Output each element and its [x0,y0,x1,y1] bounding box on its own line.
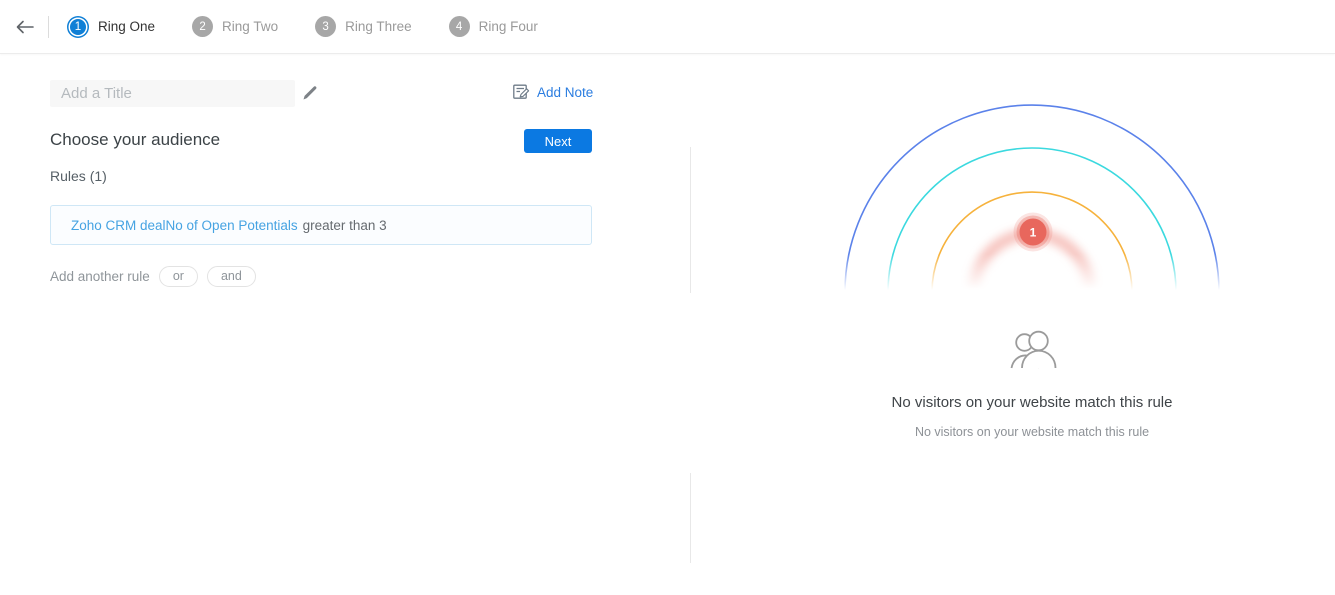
note-pencil-icon [513,84,530,99]
empty-state-subtitle: No visitors on your website match this r… [914,425,1150,439]
add-rule-row: Add another rule or and [50,266,265,287]
rule-condition-link[interactable]: Zoho CRM dealNo of Open Potentials [71,218,298,233]
step-number-badge: 1 [70,18,86,35]
step-label: Ring Two [222,19,279,34]
rules-count: (1) [89,168,107,184]
step-ring-two[interactable]: 2 Ring Two [192,16,278,37]
rule-item[interactable]: Zoho CRM dealNo of Open Potentials great… [50,205,592,245]
pencil-icon [303,86,317,100]
arrow-left-icon [16,20,34,33]
header-divider [48,15,49,38]
panel-divider-top [690,147,691,293]
audience-heading: Choose your audience [50,130,221,149]
or-button[interactable]: or [158,266,198,287]
step-label: Ring Four [478,19,538,34]
ring-arcs-graphic: 1 [844,104,1220,293]
panel-divider-bottom [690,473,691,563]
wizard-header: 1 Ring One 2 Ring Two 3 Ring Three 4 Rin… [0,0,1335,54]
ring-outer-arc [844,104,1220,293]
rule-criteria: greater than 3 [302,217,387,233]
step-ring-one[interactable]: 1 Ring One [67,16,155,38]
add-note-label: Add Note [537,84,594,100]
empty-state-icon-wrap [1010,330,1057,369]
step-ring-three[interactable]: 3 Ring Three [315,16,412,37]
step-number-badge: 2 [192,16,214,37]
step-label: Ring One [98,19,156,34]
badge-count: 1 [1030,226,1037,240]
step-number-badge: 4 [448,16,470,37]
add-another-rule-label: Add another rule [50,269,150,284]
back-button[interactable] [14,16,36,38]
edit-title-button[interactable] [302,85,320,103]
empty-state-title: No visitors on your website match this r… [891,394,1173,411]
next-button[interactable]: Next [524,129,592,153]
wizard-steps: 1 Ring One 2 Ring Two 3 Ring Three 4 Rin… [67,16,538,38]
people-icon [1010,330,1057,369]
add-note-button[interactable]: Add Note [513,84,593,100]
ring-setup-page: 1 Ring One 2 Ring Two 3 Ring Three 4 Rin… [0,0,1335,595]
title-input[interactable] [50,80,295,107]
visitor-count-badge: 1 [1013,212,1053,252]
step-label: Ring Three [345,19,412,34]
and-button[interactable]: and [206,266,256,287]
ring-visualization: 1 [842,94,1222,293]
rules-label: Rules (1) [50,168,107,184]
step-number-badge: 3 [315,16,337,37]
step-ring-four[interactable]: 4 Ring Four [448,16,538,37]
